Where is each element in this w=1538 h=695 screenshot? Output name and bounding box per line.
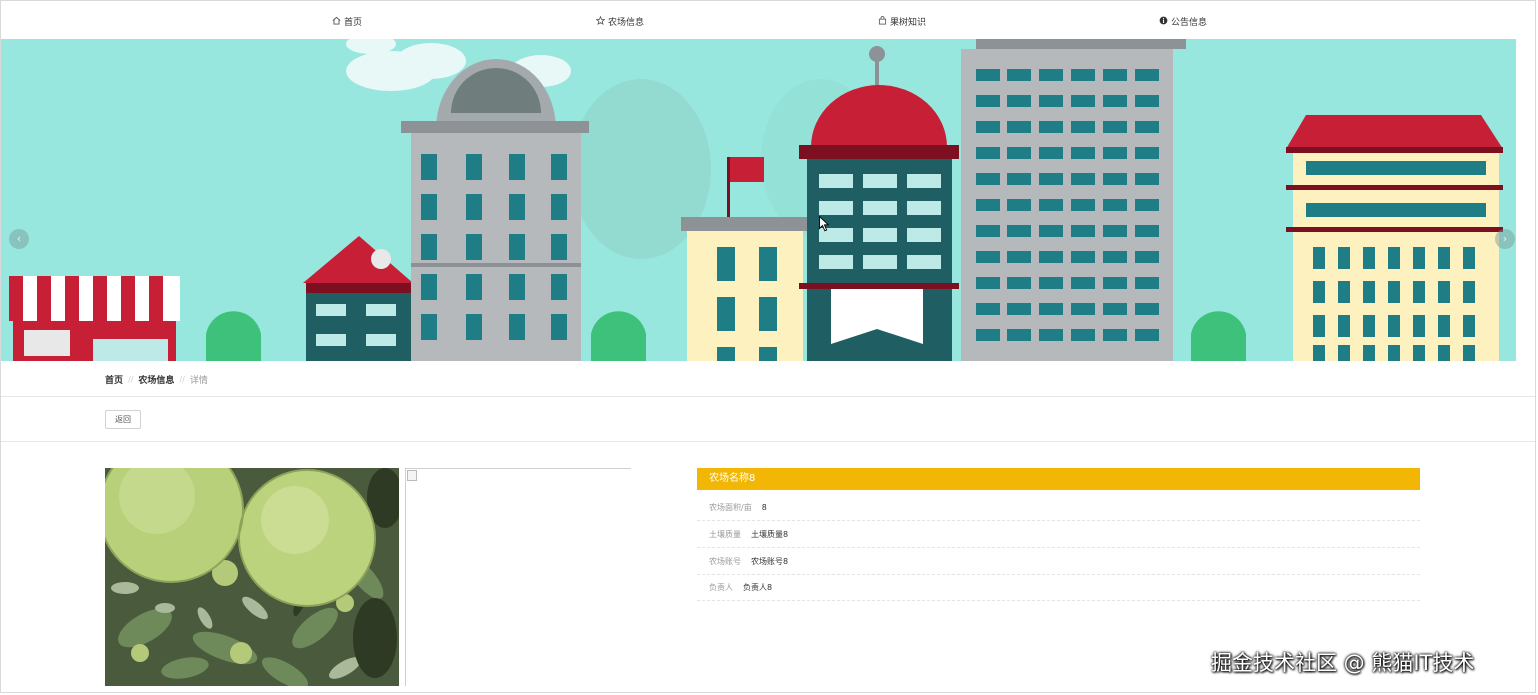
nav-item-home[interactable]: 首页 <box>331 13 362 29</box>
breadcrumb-separator: // <box>128 375 134 384</box>
farm-main-image <box>105 468 399 686</box>
breadcrumb-separator: // <box>179 375 185 384</box>
carousel-prev-button[interactable]: ‹ <box>9 229 29 249</box>
back-button[interactable]: 返回 <box>105 410 141 429</box>
carousel-next-button[interactable]: › <box>1495 229 1515 249</box>
farm-name-title: 农场名称8 <box>697 468 1420 490</box>
detail-value: 土壤质量8 <box>751 530 789 539</box>
nav-label-home: 首页 <box>344 17 363 28</box>
bag-icon <box>877 16 887 26</box>
nav-item-fruit-knowledge[interactable]: 果树知识 <box>877 13 926 29</box>
divider <box>1 441 1535 442</box>
detail-row-soil-quality: 土壤质量 土壤质量8 <box>697 522 1420 548</box>
detail-value: 负责人8 <box>743 583 773 592</box>
divider <box>1 396 1535 397</box>
detail-value: 8 <box>761 503 767 512</box>
chevron-right-icon: › <box>1502 232 1508 245</box>
detail-label: 土壤质量 <box>709 530 741 539</box>
star-icon <box>595 15 605 26</box>
breadcrumb: 首页 // 农场信息 // 详情 <box>105 373 208 386</box>
detail-label: 负责人 <box>709 583 733 592</box>
detail-value: 农场账号8 <box>751 557 789 566</box>
top-navigation: 首页 农场信息 果树知识 公告信息 <box>1 1 1535 39</box>
chevron-left-icon: ‹ <box>16 232 22 245</box>
city-illustration <box>9 39 1503 361</box>
watermark-text: 掘金技术社区 @ 熊猫IT技术 <box>1211 651 1475 675</box>
browser-frame: 首页 农场信息 果树知识 公告信息 ‹ › 首页 // 农场信息 // 详情 返… <box>0 0 1536 693</box>
detail-row-area: 农场面积/亩 8 <box>697 495 1420 521</box>
mouse-cursor-icon <box>819 216 829 232</box>
breadcrumb-home[interactable]: 首页 <box>105 373 123 386</box>
detail-label: 农场面积/亩 <box>709 503 752 512</box>
farm-thumbnail-image[interactable] <box>405 468 631 686</box>
home-icon <box>331 16 341 26</box>
banner-edge <box>1516 39 1535 361</box>
broken-image-icon <box>407 470 417 481</box>
detail-label: 农场账号 <box>709 557 741 566</box>
nav-item-farm-info[interactable]: 农场信息 <box>595 13 644 29</box>
detail-row-manager: 负责人 负责人8 <box>697 575 1420 601</box>
nav-label-fruit-knowledge: 果树知识 <box>890 17 927 28</box>
banner-carousel[interactable]: ‹ › <box>1 39 1516 361</box>
detail-row-account: 农场账号 农场账号8 <box>697 549 1420 575</box>
breadcrumb-current: 详情 <box>189 376 208 386</box>
info-icon <box>1158 16 1168 26</box>
breadcrumb-farm-info[interactable]: 农场信息 <box>138 373 174 386</box>
nav-label-announcements: 公告信息 <box>1171 17 1208 28</box>
nav-label-farm-info: 农场信息 <box>608 17 645 28</box>
nav-item-announcements[interactable]: 公告信息 <box>1158 13 1207 29</box>
